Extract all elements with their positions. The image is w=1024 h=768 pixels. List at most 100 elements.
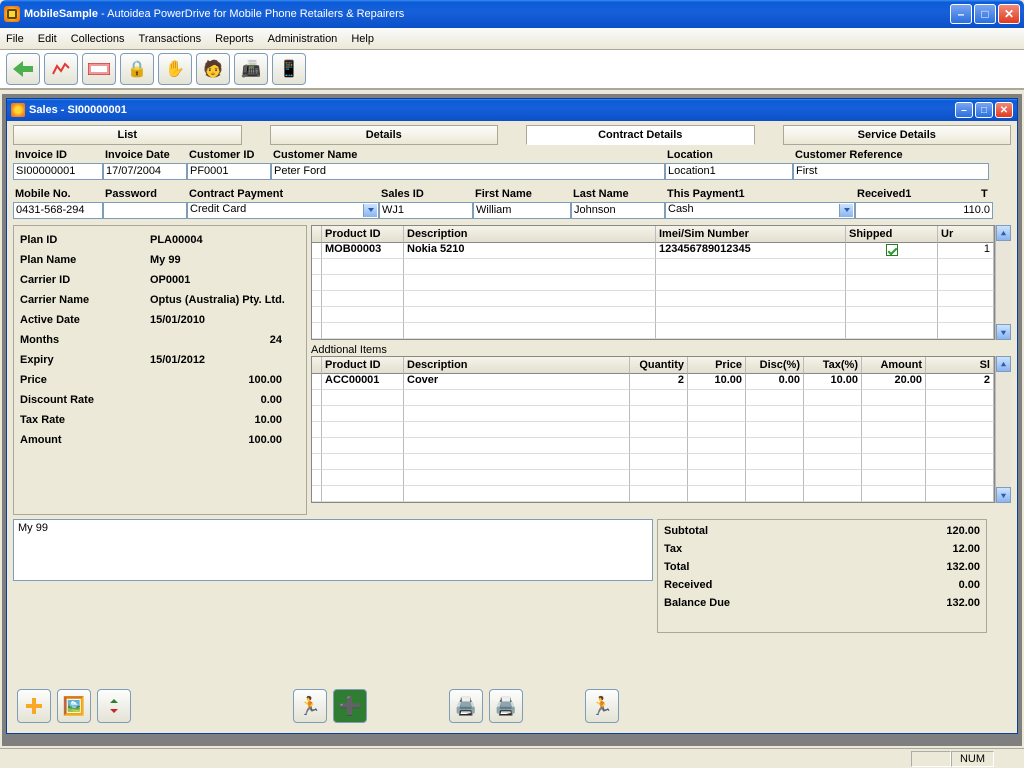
save-button[interactable]: ➕ bbox=[333, 689, 367, 723]
scroll-up-icon[interactable] bbox=[996, 225, 1011, 241]
gh-product-id: Product ID bbox=[322, 226, 404, 243]
hdr-received: Received1 bbox=[855, 186, 979, 202]
lbl-total: Total bbox=[664, 561, 890, 573]
fld-first-name[interactable]: William bbox=[473, 202, 571, 219]
fld-invoice-date[interactable]: 17/07/2004 bbox=[103, 163, 187, 180]
add-button[interactable] bbox=[17, 689, 51, 723]
gh-description: Description bbox=[404, 226, 656, 243]
tab-contract-details[interactable]: Contract Details bbox=[526, 125, 755, 145]
chart-button[interactable] bbox=[44, 53, 78, 85]
calc-button[interactable]: 📠 bbox=[234, 53, 268, 85]
val-discount-rate: 0.00 bbox=[150, 394, 300, 406]
minimize-button[interactable]: – bbox=[950, 4, 972, 24]
menu-administration[interactable]: Administration bbox=[268, 33, 338, 45]
lbl-balance-due: Balance Due bbox=[664, 597, 890, 609]
menu-help[interactable]: Help bbox=[351, 33, 374, 45]
scroll-up-icon[interactable] bbox=[996, 356, 1011, 372]
lbl-months: Months bbox=[20, 334, 150, 346]
table-row[interactable]: ACC00001 Cover 2 10.00 0.00 10.00 20.00 … bbox=[312, 374, 994, 390]
fld-customer-name[interactable]: Peter Ford bbox=[271, 163, 665, 180]
maximize-button[interactable]: □ bbox=[974, 4, 996, 24]
cash-button[interactable] bbox=[82, 53, 116, 85]
image-button[interactable]: 🖼️ bbox=[57, 689, 91, 723]
gh2-price: Price bbox=[688, 357, 746, 374]
fld-customer-id[interactable]: PF0001 bbox=[187, 163, 271, 180]
val-amount: 100.00 bbox=[150, 434, 300, 446]
app-icon bbox=[4, 6, 20, 22]
lbl-active-date: Active Date bbox=[20, 314, 150, 326]
fld-location[interactable]: Location1 bbox=[665, 163, 793, 180]
device-button[interactable]: 📱 bbox=[272, 53, 306, 85]
sync-button[interactable] bbox=[97, 689, 131, 723]
fld-sales-id[interactable]: WJ1 bbox=[379, 202, 473, 219]
shipped-checkbox[interactable] bbox=[846, 243, 938, 259]
hdr-password: Password bbox=[103, 186, 187, 202]
val-plan-id: PLA00004 bbox=[150, 234, 300, 246]
table-row[interactable]: MOB00003 Nokia 5210 123456789012345 1 bbox=[312, 243, 994, 259]
gh2-product-id: Product ID bbox=[322, 357, 404, 374]
fld-password[interactable] bbox=[103, 202, 187, 219]
lbl-plan-name: Plan Name bbox=[20, 254, 150, 266]
sales-maximize-button[interactable]: □ bbox=[975, 102, 993, 118]
val-subtotal: 120.00 bbox=[890, 525, 980, 537]
val-expiry: 15/01/2012 bbox=[150, 354, 300, 366]
val-tax-rate: 10.00 bbox=[150, 414, 300, 426]
menu-transactions[interactable]: Transactions bbox=[139, 33, 202, 45]
lbl-discount-rate: Discount Rate bbox=[20, 394, 150, 406]
dd-contract-payment[interactable]: Credit Card bbox=[187, 202, 379, 219]
status-num: NUM bbox=[951, 751, 994, 767]
menu-collections[interactable]: Collections bbox=[71, 33, 125, 45]
receipt-printer-button[interactable]: 🖨️ bbox=[489, 689, 523, 723]
lbl-subtotal: Subtotal bbox=[664, 525, 890, 537]
tab-list[interactable]: List bbox=[13, 125, 242, 145]
menu-reports[interactable]: Reports bbox=[215, 33, 254, 45]
main-toolbar: 🔒 ✋ 🧑 📠 📱 bbox=[0, 50, 1024, 90]
scroll-down-icon[interactable] bbox=[996, 487, 1011, 503]
fld-mobile-no[interactable]: 0431-568-294 bbox=[13, 202, 103, 219]
lock-button[interactable]: 🔒 bbox=[120, 53, 154, 85]
fld-last-name[interactable]: Johnson bbox=[571, 202, 665, 219]
back-button[interactable] bbox=[6, 53, 40, 85]
val-price: 100.00 bbox=[150, 374, 300, 386]
dd-this-payment[interactable]: Cash bbox=[665, 202, 855, 219]
val-received: 0.00 bbox=[890, 579, 980, 591]
sales-window-title: Sales - SI00000001 bbox=[29, 104, 127, 116]
support-button[interactable]: ✋ bbox=[158, 53, 192, 85]
close-button[interactable]: ✕ bbox=[998, 4, 1020, 24]
products-grid[interactable]: Product ID Description Imei/Sim Number S… bbox=[311, 225, 995, 340]
hdr-mobile-no: Mobile No. bbox=[13, 186, 103, 202]
lbl-plan-id: Plan ID bbox=[20, 234, 150, 246]
tab-details[interactable]: Details bbox=[270, 125, 499, 145]
gh-imei: Imei/Sim Number bbox=[656, 226, 846, 243]
hdr-customer-ref: Customer Reference bbox=[793, 147, 989, 163]
plan-details: Plan IDPLA00004 Plan NameMy 99 Carrier I… bbox=[13, 225, 307, 515]
fld-customer-ref[interactable]: First bbox=[793, 163, 989, 180]
fld-received[interactable]: 110.0 bbox=[855, 202, 993, 219]
gh2-disc: Disc(%) bbox=[746, 357, 804, 374]
menu-file[interactable]: File bbox=[6, 33, 24, 45]
gh2-sl: Sl bbox=[926, 357, 994, 374]
fld-invoice-id[interactable]: SI00000001 bbox=[13, 163, 103, 180]
sales-titlebar: Sales - SI00000001 – □ ✕ bbox=[7, 99, 1017, 121]
app-titlebar: MobileSample - Autoidea PowerDrive for M… bbox=[0, 0, 1024, 28]
agent-button[interactable]: 🧑 bbox=[196, 53, 230, 85]
tab-service-details[interactable]: Service Details bbox=[783, 125, 1012, 145]
print-button[interactable]: 🖨️ bbox=[449, 689, 483, 723]
run-button[interactable]: 🏃 bbox=[293, 689, 327, 723]
app-title: MobileSample - Autoidea PowerDrive for M… bbox=[24, 8, 404, 20]
scroll-down-icon[interactable] bbox=[996, 324, 1011, 340]
sales-minimize-button[interactable]: – bbox=[955, 102, 973, 118]
exit-button[interactable]: 🏃 bbox=[585, 689, 619, 723]
hdr-contract-payment: Contract Payment bbox=[187, 186, 379, 202]
additional-scrollbar[interactable] bbox=[995, 356, 1011, 503]
sales-close-button[interactable]: ✕ bbox=[995, 102, 1013, 118]
hdr-location: Location bbox=[665, 147, 793, 163]
hdr-invoice-id: Invoice ID bbox=[13, 147, 103, 163]
sales-window: Sales - SI00000001 – □ ✕ List Details Co… bbox=[6, 98, 1018, 734]
menu-edit[interactable]: Edit bbox=[38, 33, 57, 45]
products-scrollbar[interactable] bbox=[995, 225, 1011, 340]
notes-field[interactable]: My 99 bbox=[13, 519, 653, 581]
hdr-customer-id: Customer ID bbox=[187, 147, 271, 163]
val-tax: 12.00 bbox=[890, 543, 980, 555]
additional-items-grid[interactable]: Product ID Description Quantity Price Di… bbox=[311, 356, 995, 503]
